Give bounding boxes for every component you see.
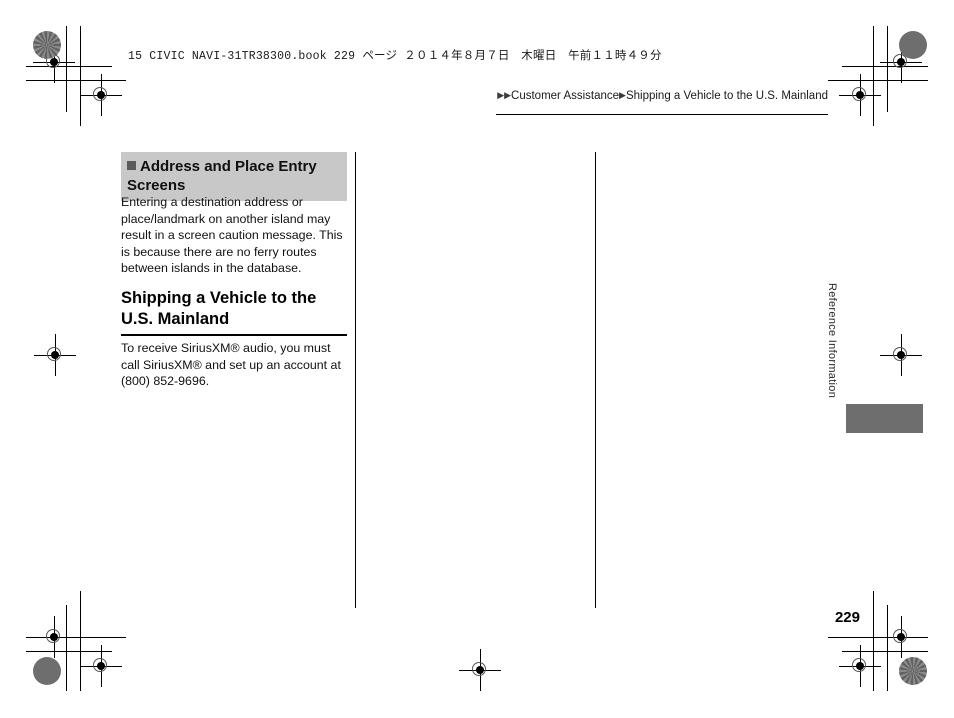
print-slug-header: 15 CIVIC NAVI-31TR38300.book 229 ページ ２０１…: [128, 50, 662, 63]
column-separator-left: [355, 152, 356, 608]
section-body-text: To receive SiriusXM® audio, you must cal…: [121, 341, 341, 388]
ink-density-patch-top-right: [899, 31, 927, 59]
triangle-right-separator-icon: ▶: [619, 90, 626, 100]
side-tab-marker: [846, 404, 923, 433]
registration-mark-bottom-left-inner: [80, 645, 122, 687]
section-heading: Shipping a Vehicle to the U.S. Mainland: [121, 289, 317, 329]
registration-mark-bottom-left: [33, 616, 75, 658]
square-bullet-icon: [127, 161, 136, 170]
side-tab-label: Reference Information: [826, 283, 838, 399]
ink-density-patch-bottom-left: [33, 657, 61, 685]
registration-mark-top-left-inner: [80, 74, 122, 116]
registration-mark-mid-right: [880, 334, 922, 376]
breadcrumb-underline: [496, 114, 828, 115]
breadcrumb: ▶▶Customer Assistance▶Shipping a Vehicle…: [496, 90, 828, 102]
column-separator-right: [595, 152, 596, 608]
manual-page: 15 CIVIC NAVI-31TR38300.book 229 ページ ２０１…: [0, 0, 954, 718]
breadcrumb-level-1: Customer Assistance: [511, 90, 620, 102]
note-box-body-text: Entering a destination address or place/…: [121, 195, 343, 275]
triangle-right-icon-second: ▶: [504, 90, 512, 100]
note-box-title: Address and Place Entry Screens: [127, 157, 341, 195]
section-heading-underline: [121, 334, 347, 336]
note-box-title-text: Address and Place Entry Screens: [127, 158, 317, 195]
registration-mark-mid-left: [34, 334, 76, 376]
registration-mark-bottom-right-inner: [839, 645, 881, 687]
breadcrumb-level-2: Shipping a Vehicle to the U.S. Mainland: [625, 90, 828, 102]
page-number: 229: [834, 609, 860, 626]
registration-mark-bottom-center: [459, 649, 501, 691]
registration-mark-top-right-inner: [839, 74, 881, 116]
ink-density-patch-top-left: [33, 31, 61, 59]
registration-mark-bottom-right: [880, 616, 922, 658]
ink-density-patch-bottom-right: [899, 657, 927, 685]
